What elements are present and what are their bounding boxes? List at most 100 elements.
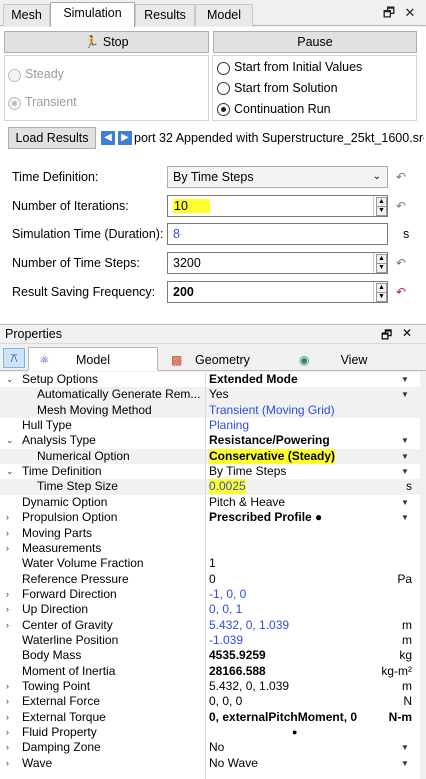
property-row[interactable]: ⌄ Setup Options Extended Mode ▼ bbox=[0, 372, 420, 387]
property-row[interactable]: › Wave No Wave ▼ bbox=[0, 756, 420, 771]
dropdown-arrow-icon[interactable]: ▼ bbox=[400, 464, 410, 479]
continuation-radio[interactable] bbox=[217, 103, 230, 116]
transient-radio[interactable] bbox=[8, 97, 21, 110]
property-value[interactable]: -1.039 bbox=[209, 633, 243, 648]
reset-icon[interactable]: ↶ bbox=[395, 286, 407, 298]
iterations-input[interactable]: 10 ▲ ▼ bbox=[167, 195, 388, 217]
property-row[interactable]: Reference Pressure 0 Pa bbox=[0, 572, 420, 587]
dock-icon[interactable]: 🗗 bbox=[381, 326, 392, 347]
property-value[interactable]: 0, 0, 0 bbox=[209, 694, 242, 709]
start-solution-radio[interactable] bbox=[217, 82, 230, 95]
property-value[interactable]: Conservative (Steady) bbox=[209, 448, 336, 464]
property-value[interactable]: Extended Mode bbox=[209, 372, 298, 387]
property-value[interactable]: By Time Steps bbox=[209, 464, 286, 479]
reset-icon[interactable]: ↶ bbox=[395, 171, 407, 183]
chevron-right-icon[interactable]: › bbox=[6, 618, 16, 633]
dropdown-arrow-icon[interactable]: ▼ bbox=[400, 387, 410, 402]
chevron-right-icon[interactable]: › bbox=[6, 587, 16, 602]
tab-model[interactable]: ⚛ Model bbox=[28, 347, 158, 371]
property-row[interactable]: Waterline Position -1.039 m bbox=[0, 633, 420, 648]
iterations-spinner[interactable]: ▲ ▼ bbox=[373, 196, 387, 216]
time-steps-input[interactable]: 3200 ▲ ▼ bbox=[167, 252, 388, 274]
property-row[interactable]: Numerical Option Conservative (Steady) ▼ bbox=[0, 448, 420, 465]
property-row[interactable]: Hull Type Planing bbox=[0, 418, 420, 433]
property-value[interactable]: 5.432, 0, 1.039 bbox=[209, 618, 289, 633]
property-row[interactable]: Body Mass 4535.9259 kg bbox=[0, 648, 420, 663]
property-value[interactable]: 28166.588 bbox=[209, 664, 266, 679]
property-row[interactable]: Moment of Inertia 28166.588 kg-m² bbox=[0, 664, 420, 679]
reset-icon[interactable]: ↶ bbox=[395, 257, 407, 269]
property-row[interactable]: › Towing Point 5.432, 0, 1.039 m bbox=[0, 679, 420, 694]
property-value[interactable]: 4535.9259 bbox=[209, 648, 266, 663]
tab-results[interactable]: Results bbox=[135, 4, 195, 26]
chevron-right-icon[interactable]: › bbox=[6, 602, 16, 617]
property-value[interactable]: Yes bbox=[209, 387, 229, 402]
property-row[interactable]: ⌄ Time Definition By Time Steps ▼ bbox=[0, 464, 420, 479]
reset-icon[interactable]: ↶ bbox=[395, 200, 407, 212]
list-view-icon[interactable]: ⚻ bbox=[3, 348, 25, 368]
chevron-down-icon[interactable]: ⌄ bbox=[6, 372, 16, 387]
property-row[interactable]: Mesh Moving Method Transient (Moving Grid… bbox=[0, 402, 420, 419]
property-value[interactable]: Transient (Moving Grid) bbox=[209, 403, 335, 418]
property-value[interactable]: Prescribed Profile ● bbox=[209, 510, 322, 525]
time-definition-select[interactable]: By Time Steps ⌄ bbox=[167, 166, 388, 188]
property-value[interactable]: Planing bbox=[209, 418, 249, 433]
close-icon[interactable]: ✕ bbox=[402, 326, 412, 340]
property-row[interactable]: Time Step Size 0.0025 s bbox=[0, 479, 420, 495]
property-row[interactable]: Automatically Generate Rem... Yes ▼ bbox=[0, 387, 420, 403]
property-row[interactable]: › Measurements bbox=[0, 541, 420, 556]
property-value[interactable]: 0, 0, 1 bbox=[209, 602, 242, 617]
save-freq-input[interactable]: 200 ▲ ▼ bbox=[167, 281, 388, 303]
property-value[interactable]: -1, 0, 0 bbox=[209, 587, 246, 602]
property-value[interactable]: 0.0025 bbox=[209, 479, 246, 495]
scrollbar[interactable] bbox=[420, 372, 426, 779]
property-value[interactable]: Pitch & Heave bbox=[209, 495, 285, 510]
property-row[interactable]: Water Volume Fraction 1 bbox=[0, 556, 420, 571]
property-value[interactable]: Resistance/Powering bbox=[209, 433, 330, 448]
chevron-right-icon[interactable]: › bbox=[6, 541, 16, 556]
dropdown-arrow-icon[interactable]: ▼ bbox=[400, 756, 410, 771]
dropdown-arrow-icon[interactable]: ▼ bbox=[400, 495, 410, 510]
chevron-down-icon[interactable]: ⌄ bbox=[6, 464, 16, 479]
property-value[interactable]: No bbox=[209, 740, 224, 755]
tab-simulation[interactable]: Simulation bbox=[50, 2, 135, 27]
close-icon[interactable]: ✕ bbox=[402, 5, 418, 21]
chevron-right-icon[interactable]: › bbox=[6, 526, 16, 541]
dropdown-arrow-icon[interactable]: ▼ bbox=[400, 740, 410, 755]
load-results-button[interactable]: Load Results bbox=[8, 127, 96, 149]
chevron-down-icon[interactable]: ⌄ bbox=[6, 433, 16, 448]
time-steps-spinner[interactable]: ▲ ▼ bbox=[373, 253, 387, 273]
property-row[interactable]: Dynamic Option Pitch & Heave ▼ bbox=[0, 495, 420, 510]
arrow-left-icon[interactable]: ◀ bbox=[101, 131, 115, 145]
dropdown-arrow-icon[interactable]: ▼ bbox=[400, 433, 410, 448]
tab-view[interactable]: ◉ View bbox=[288, 347, 420, 371]
chevron-right-icon[interactable]: › bbox=[6, 740, 16, 755]
tab-geometry[interactable]: ▩ Geometry bbox=[160, 347, 285, 371]
property-row[interactable]: ⌄ Analysis Type Resistance/Powering ▼ bbox=[0, 433, 420, 448]
start-initial-radio[interactable] bbox=[217, 62, 230, 75]
property-value[interactable]: 1 bbox=[209, 556, 216, 571]
property-value[interactable]: 0 bbox=[209, 572, 216, 587]
property-value[interactable]: No Wave bbox=[209, 756, 258, 771]
property-row[interactable]: › Damping Zone No ▼ bbox=[0, 740, 420, 755]
property-row[interactable]: › Moving Parts bbox=[0, 526, 420, 541]
chevron-right-icon[interactable]: › bbox=[6, 725, 16, 740]
pause-button[interactable]: Pause bbox=[213, 31, 417, 53]
dropdown-arrow-icon[interactable]: ▼ bbox=[400, 510, 410, 525]
property-row[interactable]: › Forward Direction -1, 0, 0 bbox=[0, 587, 420, 602]
property-row[interactable]: › Propulsion Option Prescribed Profile ● ▼ bbox=[0, 510, 420, 525]
property-row[interactable]: › External Torque 0, externalPitchMoment, … bbox=[0, 710, 420, 725]
property-value[interactable]: ● bbox=[292, 725, 297, 740]
property-row[interactable]: › Fluid Property ● bbox=[0, 725, 420, 740]
stop-button[interactable]: 🏃 Stop bbox=[4, 31, 209, 53]
dropdown-arrow-icon[interactable]: ▼ bbox=[400, 372, 410, 387]
arrow-right-icon[interactable]: ▶ bbox=[118, 131, 132, 145]
chevron-right-icon[interactable]: › bbox=[6, 694, 16, 709]
tab-model[interactable]: Model bbox=[195, 4, 253, 26]
dock-icon[interactable]: 🗗 bbox=[381, 5, 397, 21]
save-freq-spinner[interactable]: ▲ ▼ bbox=[373, 282, 387, 302]
property-value[interactable]: 0, externalPitchMoment, 0 bbox=[209, 710, 357, 725]
tab-mesh[interactable]: Mesh bbox=[3, 4, 50, 26]
steady-radio[interactable] bbox=[8, 69, 21, 82]
property-value[interactable]: 5.432, 0, 1.039 bbox=[209, 679, 289, 694]
